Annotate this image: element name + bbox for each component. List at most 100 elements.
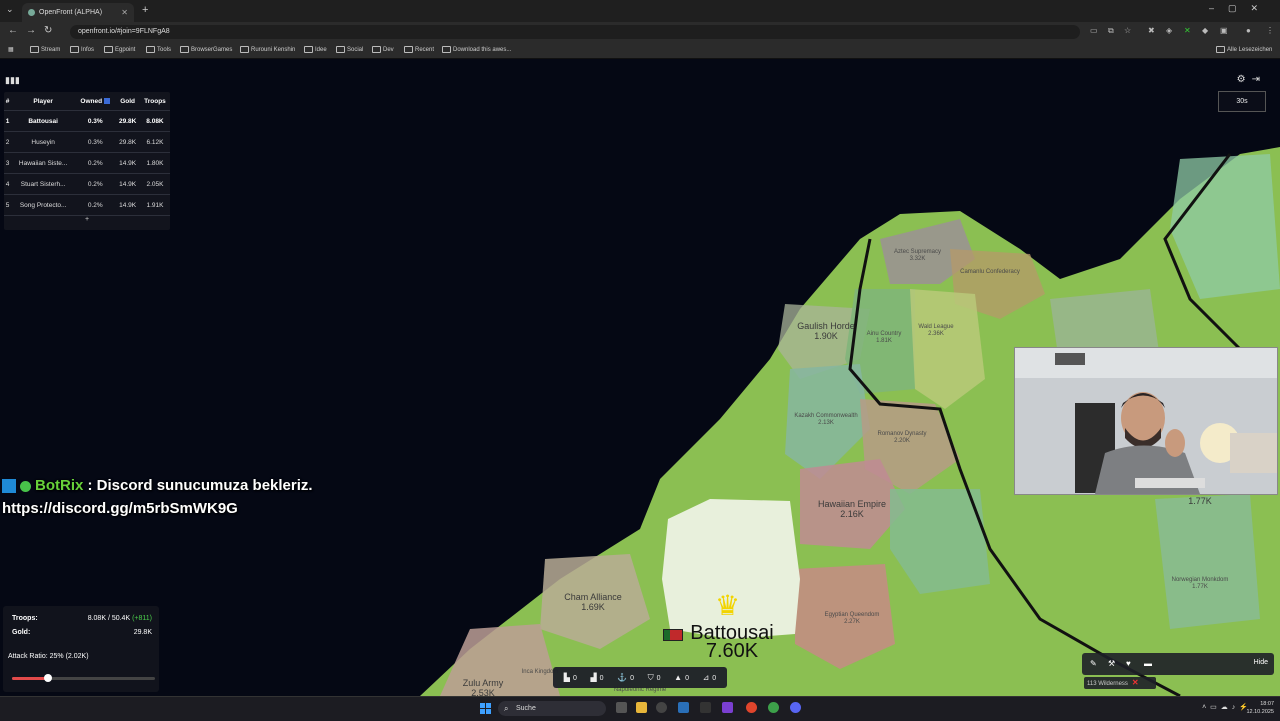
city-count[interactable]: ▙ 0 <box>564 673 577 682</box>
leaderboard-row[interactable]: 2 Huseyin 0.3% 29.8K 6.12K <box>4 131 170 153</box>
bot-icon <box>2 479 16 494</box>
lb-player: Battousai <box>11 110 76 132</box>
browser-menu-icon[interactable]: ⋮ <box>1266 26 1274 35</box>
bookmark-star-icon[interactable]: ☆ <box>1124 26 1131 35</box>
extension-icon[interactable]: ✕ <box>1184 26 1191 35</box>
bookmark-folder[interactable]: Dev <box>372 46 394 53</box>
missile-silo-count[interactable]: ▲ 0 <box>674 673 689 682</box>
window-controls[interactable]: –▢✕ <box>1209 3 1272 14</box>
forward-icon[interactable]: → <box>26 25 36 36</box>
extensions-puzzle-icon[interactable]: ▣ <box>1220 26 1228 35</box>
bookmark-folder[interactable]: Recent <box>404 46 434 53</box>
top-right-icons: ⚙⇥ <box>1237 74 1266 85</box>
bookmark-folder[interactable]: BrowserGames <box>180 46 232 53</box>
tab-search-icon[interactable]: ⌄ <box>6 4 14 15</box>
browser-tab[interactable]: OpenFront (ALPHA) ✕ <box>22 3 134 22</box>
lb-rank: 3 <box>4 152 12 174</box>
leaderboard-row[interactable]: 5 Song Protecto... 0.2% 14.9K 1.91K <box>4 194 170 215</box>
lb-rank: 1 <box>4 110 12 132</box>
tools-icon[interactable]: ⚒ <box>1108 659 1115 668</box>
all-bookmarks[interactable]: Alle Lesezeichen <box>1216 46 1272 53</box>
bookmark-folder[interactable]: Stream <box>30 46 60 53</box>
file-explorer-icon[interactable] <box>636 702 647 713</box>
lb-header-player: Player <box>33 97 53 105</box>
territory-label: Kazakh Commonwealth 2.13K <box>794 413 858 426</box>
app-icon[interactable] <box>722 702 733 713</box>
heart-icon[interactable]: ♥ <box>1126 659 1131 668</box>
chrome-icon[interactable] <box>768 702 779 713</box>
player-territory-label[interactable]: Battousai 7.60K <box>652 623 812 661</box>
leaderboard-icon[interactable]: ▮▮▮ <box>5 75 20 86</box>
pencil-icon[interactable]: ✎ <box>1090 659 1097 668</box>
leaderboard-row[interactable]: 4 Stuart Sisterh... 0.2% 14.9K 2.05K <box>4 173 170 195</box>
territory-label: Gaulish Horde 1.90K <box>797 321 855 341</box>
lb-gold: 14.9K <box>115 194 140 215</box>
chat-message: : Discord sunucumuza bekleriz. <box>87 477 313 494</box>
translate-icon[interactable]: ⧉ <box>1108 26 1114 36</box>
extension-icon[interactable]: ✖ <box>1148 26 1155 35</box>
game-timer: 30s <box>1218 91 1266 112</box>
chrome-icon[interactable] <box>746 702 757 713</box>
lb-header-owned[interactable]: Owned <box>75 92 115 111</box>
settings-gear-icon[interactable]: ⚙ <box>1237 74 1252 85</box>
close-tab-icon[interactable]: ✕ <box>121 8 128 17</box>
quick-actions-bar: ✎ ⚒ ♥ ▬ Hide <box>1082 653 1274 675</box>
windows-start-icon[interactable] <box>480 703 491 714</box>
territory-label: Norwegian Monkdom 1.77K <box>1171 577 1229 590</box>
cast-icon[interactable]: ▭ <box>1090 26 1098 35</box>
task-view-icon[interactable] <box>616 702 627 713</box>
bookmark-folder[interactable]: Infos <box>70 46 94 53</box>
territory-label: Romanov Dynasty 2.20K <box>877 431 927 444</box>
back-icon[interactable]: ← <box>8 25 18 36</box>
close-icon[interactable]: ✕ <box>1132 678 1139 687</box>
steam-icon[interactable] <box>678 702 689 713</box>
slider-handle[interactable] <box>43 674 52 682</box>
bookmark-link[interactable]: Download this awes... <box>442 46 511 53</box>
app-icon[interactable] <box>700 702 711 713</box>
city-icon: ▙ <box>563 673 570 682</box>
lb-header-gold[interactable]: Gold <box>115 92 140 111</box>
territory-troops-label: 1.77K <box>1188 496 1212 506</box>
sam-launcher-count[interactable]: ⊿ 0 <box>703 673 717 682</box>
bookmark-folder[interactable]: Social <box>336 46 363 53</box>
reload-icon[interactable]: ↻ <box>44 25 52 36</box>
bookmark-folder[interactable]: Idee <box>304 46 327 53</box>
browser-tab-bar: ⌄ OpenFront (ALPHA) ✕ + –▢✕ <box>0 0 1280 22</box>
bookmark-folder[interactable]: Tools <box>146 46 171 53</box>
search-icon: ⌕ <box>504 704 509 713</box>
leaderboard-row[interactable]: 3 Hawaiian Siste... 0.2% 14.9K 1.80K <box>4 152 170 174</box>
troops-value: 8.08K / 50.4K (+811) <box>87 615 152 622</box>
apps-icon[interactable]: ▦ <box>8 46 14 53</box>
lb-player: Stuart Sisterh... <box>11 173 76 195</box>
hide-button[interactable]: Hide <box>1254 659 1268 666</box>
exit-icon[interactable]: ⇥ <box>1252 74 1266 85</box>
profile-avatar-icon[interactable]: ● <box>1246 26 1251 35</box>
url-input[interactable]: openfront.io/#join=9FLNFgA8 <box>70 25 1080 39</box>
port-icon: ⚓ <box>617 673 628 682</box>
slider-fill <box>12 677 48 680</box>
bookmark-link[interactable]: Rurouni Kenshin <box>240 46 295 53</box>
territory-label: Hawaiian Empire 2.16K <box>817 499 887 519</box>
factory-count[interactable]: ▟ 0 <box>590 673 603 682</box>
extension-icon[interactable]: ◆ <box>1202 26 1208 35</box>
lb-rank: 4 <box>4 173 12 195</box>
lb-header-troops[interactable]: Troops <box>140 92 170 111</box>
discord-icon[interactable] <box>790 702 801 713</box>
extension-icon[interactable]: ◈ <box>1166 26 1172 35</box>
app-icon[interactable] <box>656 702 667 713</box>
leaderboard-row[interactable]: 1 Battousai 0.3% 29.8K 8.08K <box>4 110 170 132</box>
system-tray[interactable]: ˄▭☁♪⚡ <box>1202 703 1252 711</box>
new-tab-button[interactable]: + <box>142 4 148 16</box>
bookmark-folder[interactable]: Egpoint <box>104 46 135 53</box>
gold-row: Gold: 29.8K <box>12 629 152 636</box>
chat-icon[interactable]: ▬ <box>1144 659 1152 668</box>
sort-icon[interactable] <box>104 97 111 104</box>
lb-gold: 14.9K <box>115 152 140 174</box>
leaderboard-expand-button[interactable]: + <box>4 215 170 230</box>
windows-taskbar: ⌕ Suche ˄▭☁♪⚡ 18:07 12.10.2025 <box>0 696 1280 721</box>
port-count[interactable]: ⚓ 0 <box>617 673 634 682</box>
lb-rank: 5 <box>4 194 12 215</box>
attack-ratio-slider[interactable] <box>12 674 155 682</box>
defense-post-count[interactable]: ⛉ 0 <box>648 673 661 683</box>
taskbar-search[interactable]: ⌕ Suche <box>498 701 606 716</box>
